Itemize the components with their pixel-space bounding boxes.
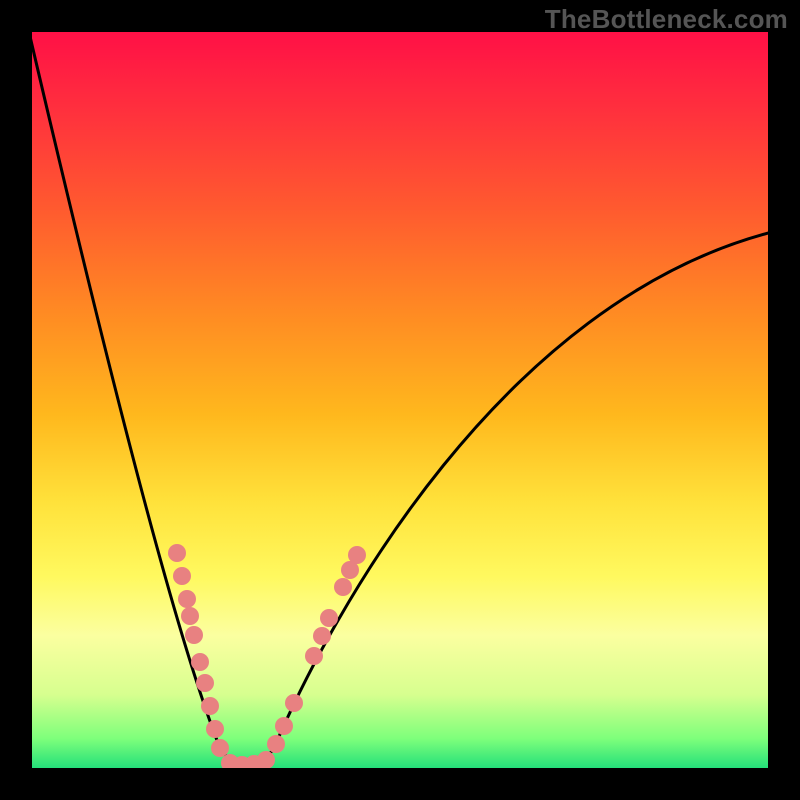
data-marker	[173, 567, 191, 585]
data-marker	[275, 717, 293, 735]
chart-frame: TheBottleneck.com	[0, 0, 800, 800]
data-marker	[178, 590, 196, 608]
data-marker	[313, 627, 331, 645]
data-marker	[267, 735, 285, 753]
data-marker	[285, 694, 303, 712]
watermark-text: TheBottleneck.com	[545, 4, 788, 35]
data-marker	[181, 607, 199, 625]
data-marker	[201, 697, 219, 715]
data-marker	[320, 609, 338, 627]
data-marker	[168, 544, 186, 562]
curve-path	[32, 32, 768, 763]
data-marker	[334, 578, 352, 596]
data-marker	[305, 647, 323, 665]
data-marker	[196, 674, 214, 692]
plot-area	[32, 32, 768, 768]
data-marker	[257, 751, 275, 768]
data-marker	[185, 626, 203, 644]
bottleneck-curve	[32, 32, 768, 768]
data-marker	[191, 653, 209, 671]
data-marker	[206, 720, 224, 738]
data-marker	[348, 546, 366, 564]
